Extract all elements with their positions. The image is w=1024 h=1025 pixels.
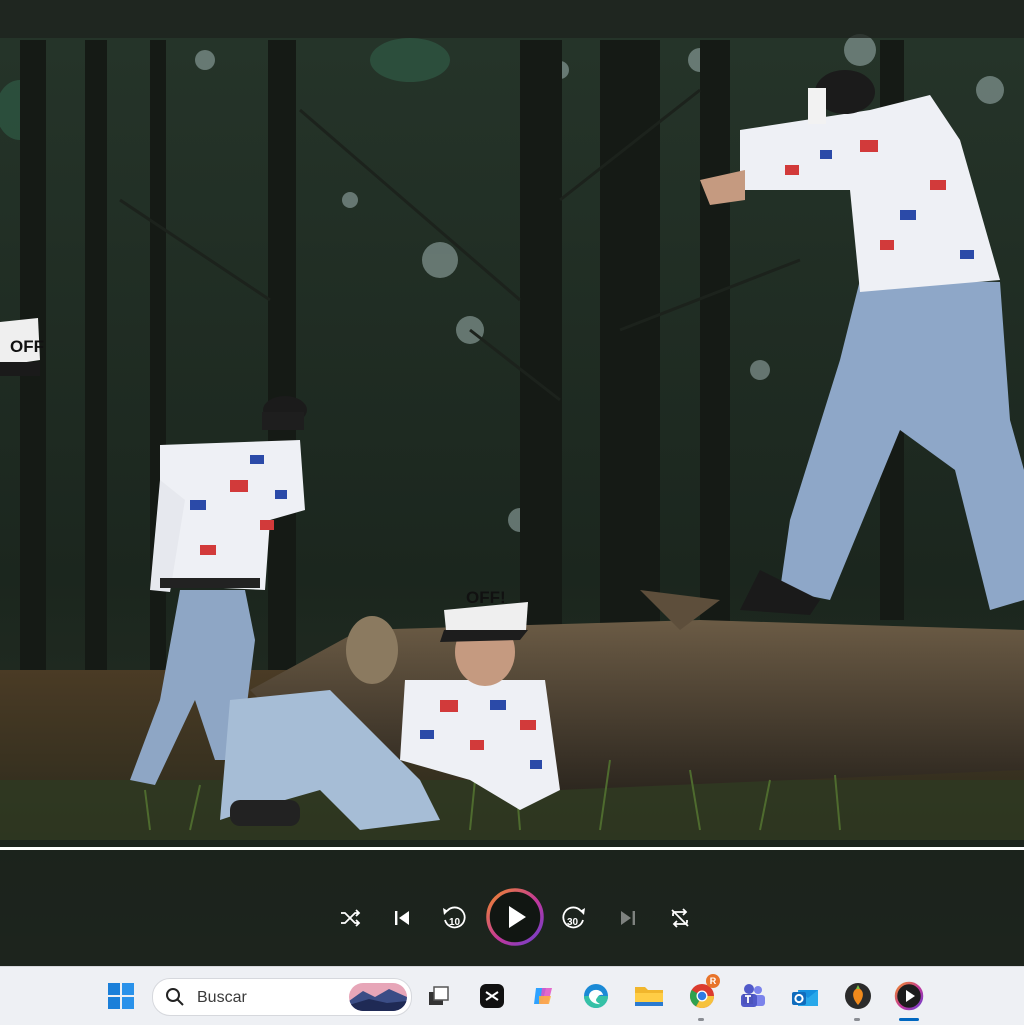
skip-previous-icon bbox=[395, 911, 409, 925]
cap-text-center: OFF! bbox=[466, 588, 506, 607]
edge-icon bbox=[584, 984, 608, 1008]
outlook-app[interactable] bbox=[789, 980, 821, 1012]
copilot-icon bbox=[534, 988, 552, 1004]
windows-taskbar: Buscar bbox=[0, 966, 1024, 1025]
media-player-app[interactable] bbox=[893, 980, 925, 1012]
video-still-image: OFF! OFF bbox=[0, 0, 1024, 966]
play-icon bbox=[486, 888, 544, 946]
fl-studio-icon bbox=[845, 983, 871, 1009]
capcut-icon bbox=[480, 984, 504, 1008]
copilot-app[interactable] bbox=[528, 980, 560, 1012]
chrome-open-indicator bbox=[698, 1018, 704, 1021]
cap-text-left: OFF bbox=[10, 337, 44, 356]
windows-start-icon bbox=[108, 983, 134, 1009]
forward-seconds: 30 bbox=[567, 917, 579, 928]
skip-next-icon bbox=[621, 911, 635, 925]
shuffle-button[interactable] bbox=[332, 900, 368, 936]
forward-button[interactable]: 30 bbox=[556, 900, 592, 936]
outlook-icon bbox=[792, 990, 818, 1006]
start-button[interactable] bbox=[105, 980, 137, 1012]
task-view-button[interactable] bbox=[422, 980, 454, 1012]
play-button[interactable] bbox=[486, 888, 544, 946]
fl-studio-app[interactable] bbox=[842, 980, 874, 1012]
next-button[interactable] bbox=[610, 900, 646, 936]
search-icon bbox=[166, 988, 184, 1006]
file-explorer-app[interactable] bbox=[633, 980, 665, 1012]
search-highlight-image bbox=[349, 983, 407, 1011]
chrome-notification-badge: R bbox=[706, 974, 720, 988]
rewind-icon: 10 bbox=[443, 906, 466, 929]
video-frame[interactable]: OFF! OFF bbox=[0, 0, 1024, 966]
rewind-button[interactable]: 10 bbox=[436, 900, 472, 936]
shuffle-icon bbox=[341, 909, 361, 927]
fast-forward-icon: 30 bbox=[562, 906, 585, 929]
player-controls: 10 30 bbox=[0, 840, 1024, 966]
teams-app[interactable] bbox=[737, 980, 769, 1012]
taskbar-search-box[interactable]: Buscar bbox=[152, 978, 412, 1016]
search-placeholder: Buscar bbox=[197, 989, 247, 1006]
media-player-active-indicator bbox=[899, 1018, 919, 1021]
previous-button[interactable] bbox=[384, 900, 420, 936]
teams-icon bbox=[741, 984, 765, 1007]
capcut-app[interactable] bbox=[476, 980, 508, 1012]
seek-progress bbox=[0, 847, 1024, 850]
edge-app[interactable] bbox=[580, 980, 612, 1012]
repeat-button[interactable] bbox=[662, 900, 698, 936]
transport-controls: 10 30 bbox=[0, 888, 1024, 946]
title-bar bbox=[0, 0, 1024, 38]
fl-studio-open-indicator bbox=[854, 1018, 860, 1021]
repeat-off-icon bbox=[671, 908, 689, 928]
seek-bar[interactable] bbox=[0, 847, 1024, 850]
file-explorer-icon bbox=[635, 987, 663, 1006]
rewind-seconds: 10 bbox=[449, 917, 461, 928]
person-edge-cap: OFF bbox=[0, 318, 44, 376]
media-player-icon bbox=[894, 981, 924, 1011]
task-view-icon bbox=[429, 986, 449, 1005]
